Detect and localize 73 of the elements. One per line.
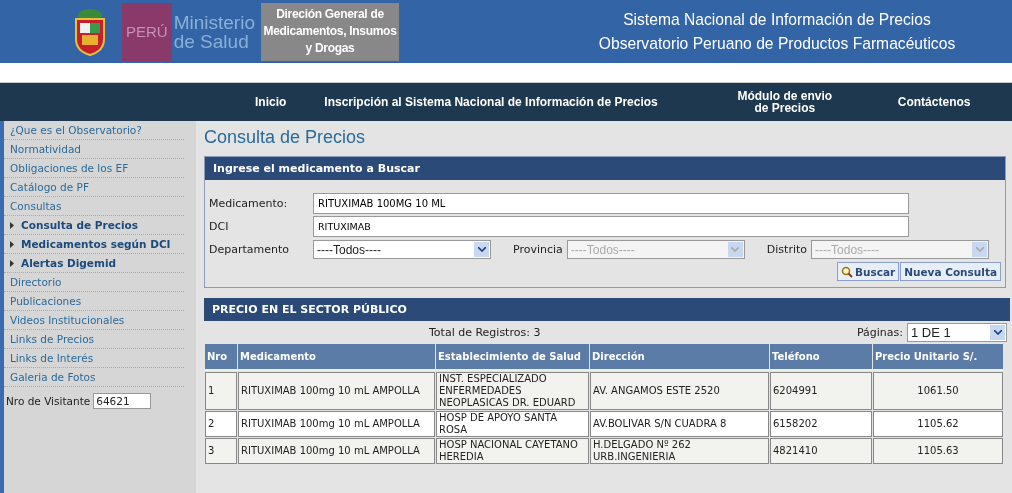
column-header: Dirección — [590, 344, 769, 371]
field-label: Provincia — [513, 243, 563, 256]
sidebar-item[interactable]: Galeria de Fotos — [4, 368, 184, 387]
chevron-down-icon — [975, 247, 984, 252]
pages-label: Páginas: — [856, 325, 903, 339]
visitor-label: Nro de Visitante — [6, 395, 91, 407]
sidebar-item[interactable]: Publicaciones — [4, 292, 184, 311]
table-cell: 1105.62 — [873, 411, 1003, 437]
dropdown[interactable]: ----Todos---- — [313, 240, 491, 259]
sidebar-item[interactable]: Consulta de Precios — [4, 216, 184, 235]
search-button[interactable]: Buscar — [837, 262, 900, 281]
ministry-name: Ministerio de Salud — [172, 12, 256, 51]
caret-icon — [10, 222, 14, 229]
table-cell: 1061.50 — [873, 372, 1003, 410]
table-cell: 6204991 — [770, 372, 872, 410]
chevron-down-icon — [731, 247, 740, 252]
sidebar-item[interactable]: Consultas — [4, 197, 184, 216]
sidebar-item[interactable]: Catálogo de PF — [4, 178, 184, 197]
input-field[interactable]: RITUXIMAB — [313, 216, 909, 237]
field-label: Medicamento: — [209, 197, 289, 210]
nav-link[interactable]: Inicio — [255, 95, 287, 109]
table-cell: 1 — [205, 372, 237, 410]
caret-icon — [10, 260, 14, 267]
pages-dropdown[interactable]: 1 DE 1 — [907, 322, 1007, 342]
column-header: Nro — [205, 344, 237, 371]
table-cell: 1105.63 — [873, 438, 1003, 464]
sidebar-item[interactable]: Directorio — [4, 273, 184, 292]
column-header: Establecimiento de Salud — [436, 344, 589, 371]
table-cell: AV.BOLIVAR S/N CUADRA 8 — [590, 411, 769, 437]
field-label: Departamento — [209, 243, 291, 256]
chevron-down-icon — [993, 329, 1002, 335]
record-count: Total de Registros: 3 — [429, 325, 541, 339]
table-cell: AV. ANGAMOS ESTE 2520 — [590, 372, 769, 410]
nav-link[interactable]: Módulo de envio de Precios — [729, 90, 840, 114]
column-header: Teléfono — [770, 344, 872, 371]
visitor-counter: 64621 — [93, 393, 152, 409]
column-header: Medicamento — [238, 344, 435, 371]
nav-link[interactable]: Contáctenos — [897, 95, 971, 109]
direction-label: Direción General de Medicamentos, Insumos y Drogas — [261, 2, 399, 61]
sidebar-item[interactable]: ¿Que es el Observatorio? — [4, 121, 184, 140]
sidebar-item[interactable]: Medicamentos según DCI — [4, 235, 184, 254]
table-cell: HOSP DE APOYO SANTA ROSA — [436, 411, 589, 437]
input-field[interactable]: RITUXIMAB 100MG 10 ML — [313, 193, 909, 214]
section-header: PRECIO EN EL SECTOR PÚBLICO — [204, 298, 1010, 321]
sidebar-item[interactable]: Alertas Digemid — [4, 254, 184, 273]
table-cell: INST. ESPECIALIZADO ENFERMEDADES NEOPLASICAS DR. EDUARD — [436, 372, 589, 410]
sidebar-item[interactable]: Videos Institucionales — [4, 311, 184, 330]
caret-icon — [10, 241, 14, 248]
table-cell: 3 — [205, 438, 237, 464]
table-cell: H.DELGADO Nº 262 URB.INGENIERIA — [590, 438, 769, 464]
site-title: Observatorio Peruano de Productos Farmacéuticos — [597, 32, 957, 55]
search-icon — [841, 265, 853, 278]
panel-header: Ingrese el medicamento a Buscar — [205, 157, 1005, 180]
sidebar-item[interactable]: Links de Interés — [4, 349, 184, 368]
reset-button[interactable]: Nueva Consulta — [900, 262, 1001, 281]
table-cell: 6158202 — [770, 411, 872, 437]
table-cell: RITUXIMAB 100mg 10 mL AMPOLLA — [238, 438, 435, 464]
sidebar-item[interactable]: Normatividad — [4, 140, 184, 159]
site-title: Sistema Nacional de Información de Precios — [622, 8, 932, 31]
nav-link[interactable]: Inscripción al Sistema Nacional de Información de Precios — [324, 95, 658, 109]
country-label: PERÚ — [122, 2, 172, 61]
table-cell: HOSP NACIONAL CAYETANO HEREDIA — [436, 438, 589, 464]
table-cell: RITUXIMAB 100mg 10 mL AMPOLLA — [238, 411, 435, 437]
table-cell: 4821410 — [770, 438, 872, 464]
field-label: Distrito — [766, 243, 808, 256]
field-label: DCI — [209, 220, 230, 233]
table-cell: RITUXIMAB 100mg 10 mL AMPOLLA — [238, 372, 435, 410]
sidebar-item[interactable]: Obligaciones de los EF — [4, 159, 184, 178]
sidebar-item[interactable]: Links de Precios — [4, 330, 184, 349]
page-title: Consulta de Precios — [204, 127, 367, 148]
column-header: Precio Unitario S/. — [873, 344, 1003, 371]
chevron-down-icon — [477, 247, 486, 252]
table-cell: 2 — [205, 411, 237, 437]
